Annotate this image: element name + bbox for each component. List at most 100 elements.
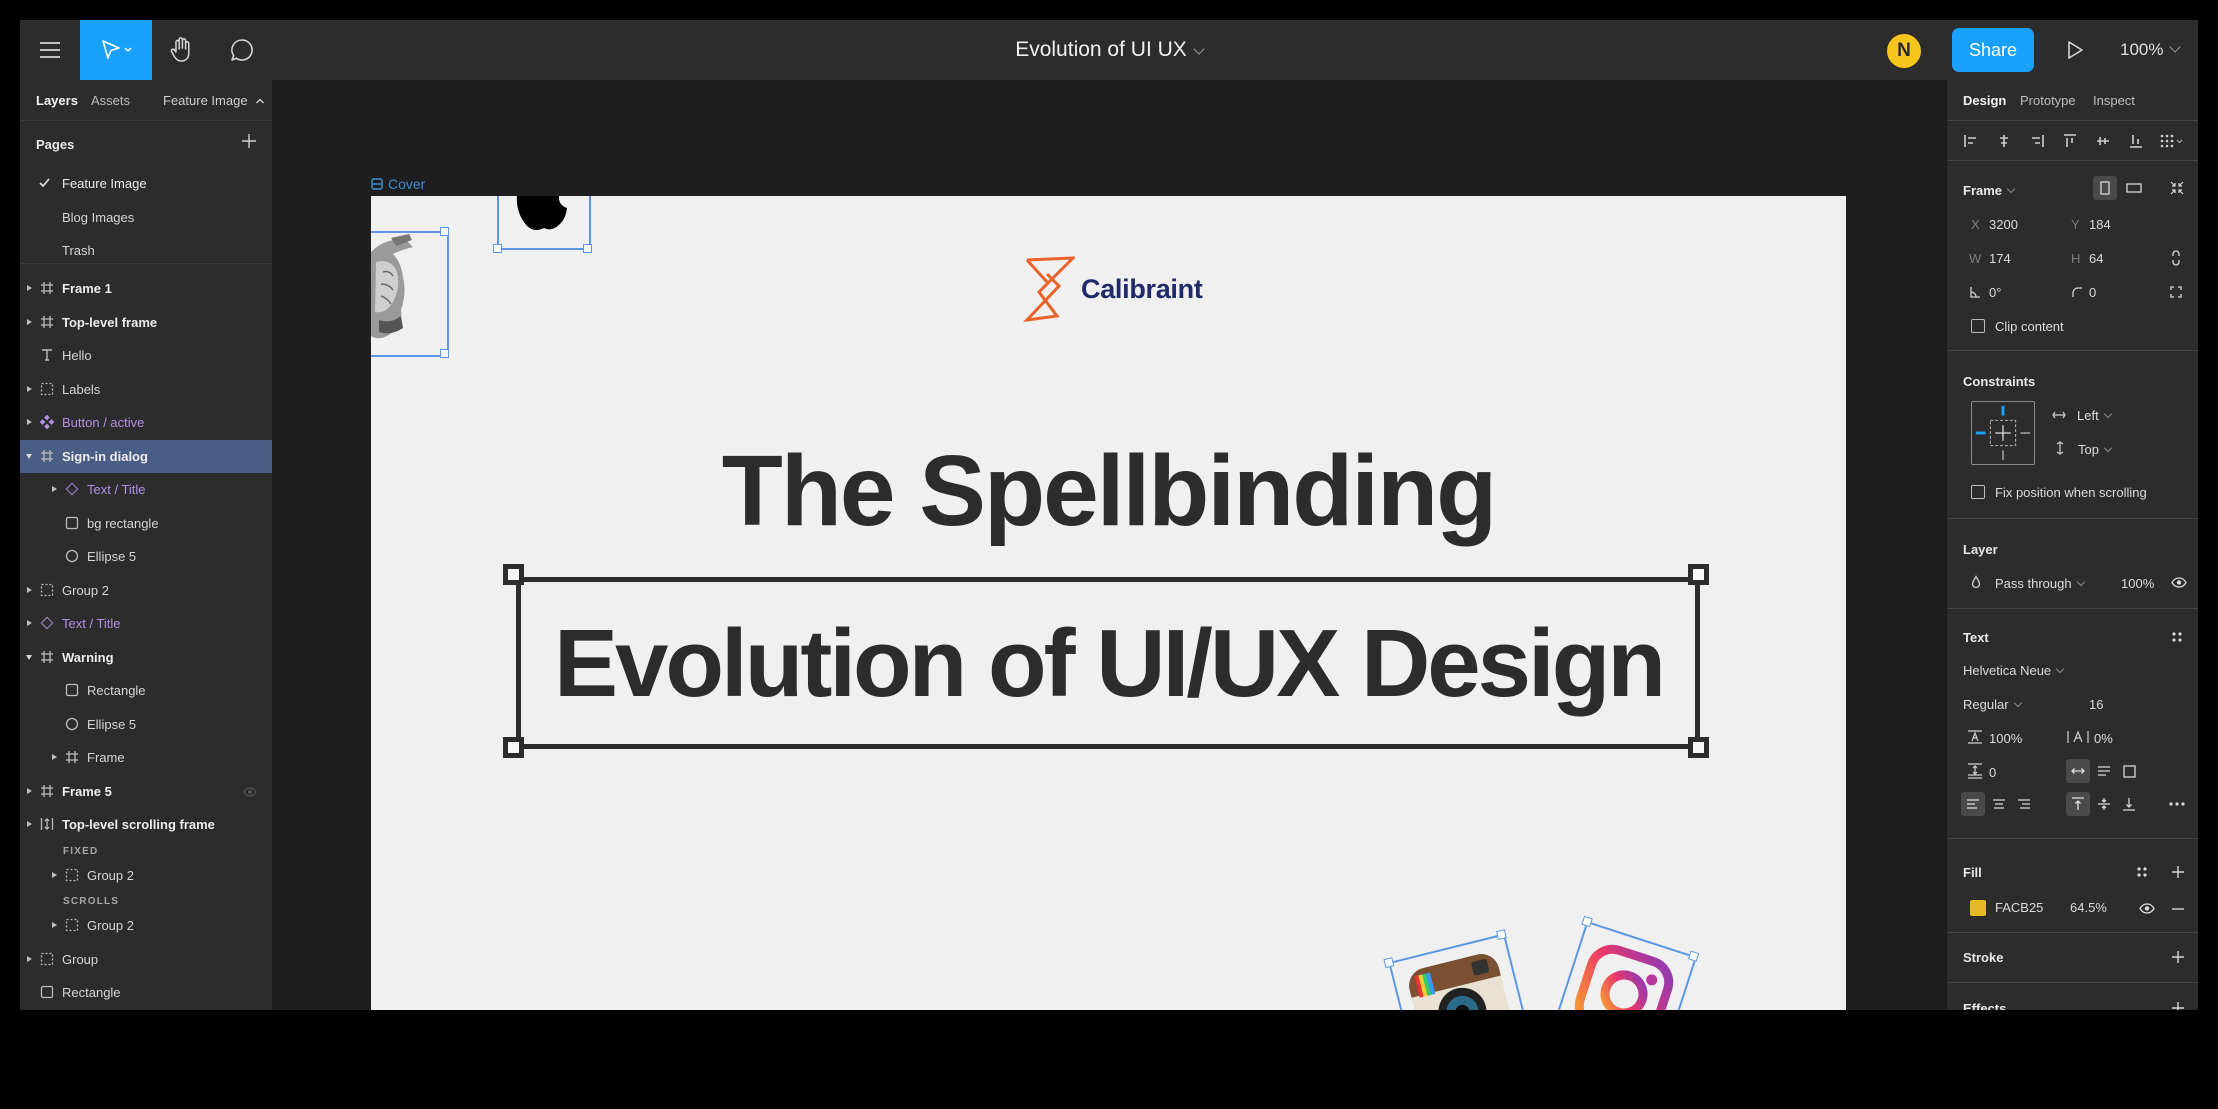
clip-content-checkbox[interactable] — [1971, 319, 1985, 333]
distribute-icon[interactable] — [2160, 134, 2184, 148]
eye-icon[interactable] — [243, 786, 257, 797]
x-input[interactable]: 3200 — [1989, 217, 2018, 232]
instagram-old-logo-image[interactable] — [1383, 929, 1534, 1010]
horizontal-constraint-dropdown[interactable]: Left — [2077, 408, 2112, 423]
letter-spacing-input[interactable]: 0% — [2094, 731, 2113, 746]
add-effect-icon[interactable] — [2171, 1001, 2185, 1010]
caret-right-icon[interactable] — [27, 385, 32, 392]
layer-row[interactable]: Button / active — [20, 406, 272, 439]
fix-position-checkbox[interactable] — [1971, 485, 1985, 499]
font-family-dropdown[interactable]: Helvetica Neue — [1963, 663, 2065, 678]
vertical-constraint-dropdown[interactable]: Top — [2078, 442, 2113, 457]
zoom-level-dropdown[interactable]: 100% — [2120, 20, 2182, 80]
caret-right-icon[interactable] — [52, 871, 57, 878]
resize-handle[interactable] — [503, 564, 524, 585]
headline-line-2[interactable]: Evolution of UI/UX Design — [371, 604, 1846, 724]
layer-row[interactable]: Rectangle — [20, 674, 272, 707]
caret-right-icon[interactable] — [52, 922, 57, 928]
align-text-top-button[interactable] — [2066, 792, 2090, 816]
cover-frame[interactable]: Calibraint The Spellbinding Evolution of… — [371, 196, 1846, 1010]
caret-right-icon[interactable] — [27, 318, 32, 325]
width-input[interactable]: 174 — [1989, 251, 2011, 266]
resize-to-fit-button[interactable] — [2165, 176, 2189, 200]
align-horizontal-center-icon[interactable] — [1997, 134, 2011, 148]
resize-handle[interactable] — [440, 349, 449, 358]
layer-row[interactable]: Frame — [20, 741, 272, 774]
layer-row[interactable]: Group 2 — [20, 859, 272, 892]
line-height-input[interactable]: 100% — [1989, 731, 2022, 746]
resize-handle[interactable] — [493, 244, 502, 253]
tab-assets[interactable]: Assets — [91, 93, 130, 108]
layer-row[interactable]: bg rectangle — [20, 507, 272, 540]
layer-row[interactable]: Top-level scrolling frame — [20, 808, 272, 841]
tab-inspect[interactable]: Inspect — [2093, 93, 2135, 108]
frame-label[interactable]: Cover — [371, 176, 425, 192]
fill-color-swatch[interactable] — [1970, 900, 1986, 916]
layer-row[interactable]: Top-level frame — [20, 306, 272, 339]
eye-icon[interactable] — [2139, 903, 2155, 914]
align-text-bottom-button[interactable] — [2117, 792, 2141, 816]
add-fill-icon[interactable] — [2171, 865, 2185, 879]
blend-mode-dropdown[interactable]: Pass through — [1995, 576, 2085, 591]
align-text-center-button[interactable] — [1987, 792, 2011, 816]
eye-icon[interactable] — [2171, 577, 2187, 588]
layer-row[interactable]: Labels — [20, 373, 272, 406]
remove-fill-icon[interactable] — [2171, 907, 2185, 911]
independent-corners-icon[interactable] — [2170, 286, 2182, 298]
page-item[interactable]: Blog Images — [20, 201, 272, 234]
layer-row[interactable]: Rectangle — [20, 976, 272, 1009]
resize-handle[interactable] — [1688, 737, 1709, 758]
fill-hex-input[interactable]: FACB25 — [1995, 900, 2043, 915]
height-input[interactable]: 64 — [2089, 251, 2103, 266]
comment-tool-button[interactable] — [212, 20, 272, 80]
page-switcher-dropdown[interactable]: Feature Image — [163, 93, 265, 108]
layer-row[interactable]: Group — [20, 943, 272, 976]
align-text-left-button[interactable] — [1961, 792, 1985, 816]
page-item[interactable]: Feature Image — [20, 167, 272, 200]
main-menu-button[interactable] — [20, 20, 80, 80]
share-button[interactable]: Share — [1952, 28, 2034, 72]
layer-row[interactable]: Group 2 — [20, 574, 272, 607]
hand-tool-button[interactable] — [152, 20, 212, 80]
caret-down-icon[interactable] — [26, 453, 32, 459]
layer-row[interactable]: Text / Title — [20, 473, 272, 506]
document-title[interactable]: Evolution of UI UX — [1015, 38, 1205, 62]
font-size-input[interactable]: 16 — [2089, 697, 2103, 712]
auto-height-button[interactable] — [2092, 759, 2116, 783]
resize-handle[interactable] — [1688, 564, 1709, 585]
resize-handle[interactable] — [583, 244, 592, 253]
fixed-size-button[interactable] — [2117, 759, 2141, 783]
caret-right-icon[interactable] — [27, 620, 32, 626]
layer-row[interactable]: Ellipse 5 — [20, 540, 272, 573]
y-input[interactable]: 184 — [2089, 217, 2111, 232]
layer-row[interactable]: Warning — [20, 641, 272, 674]
layer-opacity-input[interactable]: 100% — [2121, 576, 2154, 591]
align-text-right-button[interactable] — [2012, 792, 2036, 816]
align-left-icon[interactable] — [1964, 134, 1978, 148]
align-top-icon[interactable] — [2063, 134, 2077, 148]
paragraph-spacing-input[interactable]: 0 — [1989, 765, 1996, 780]
frame-type-dropdown[interactable]: Frame — [1963, 183, 2016, 198]
caret-right-icon[interactable] — [27, 419, 32, 425]
caret-right-icon[interactable] — [27, 787, 32, 794]
layer-row[interactable]: Frame 5 — [20, 775, 272, 808]
caret-right-icon[interactable] — [27, 821, 32, 827]
tab-layers[interactable]: Layers — [36, 93, 78, 108]
font-weight-dropdown[interactable]: Regular — [1963, 697, 2022, 712]
align-text-middle-button[interactable] — [2092, 792, 2116, 816]
fill-opacity-input[interactable]: 64.5% — [2070, 900, 2107, 915]
move-tool-button[interactable] — [80, 20, 152, 80]
tab-prototype[interactable]: Prototype — [2020, 93, 2076, 108]
caret-right-icon[interactable] — [27, 285, 32, 291]
present-button[interactable] — [2060, 35, 2090, 65]
resize-handle[interactable] — [440, 227, 449, 236]
tab-design[interactable]: Design — [1963, 93, 2006, 108]
align-right-icon[interactable] — [2030, 134, 2044, 148]
more-options-icon[interactable] — [2169, 802, 2185, 806]
caret-right-icon[interactable] — [52, 486, 57, 492]
constraints-widget[interactable] — [1971, 401, 2035, 465]
align-vertical-center-icon[interactable] — [2096, 134, 2110, 148]
portrait-orientation-button[interactable] — [2093, 176, 2117, 200]
headline-line-1[interactable]: The Spellbinding — [371, 436, 1846, 546]
user-avatar[interactable]: N — [1887, 34, 1921, 68]
